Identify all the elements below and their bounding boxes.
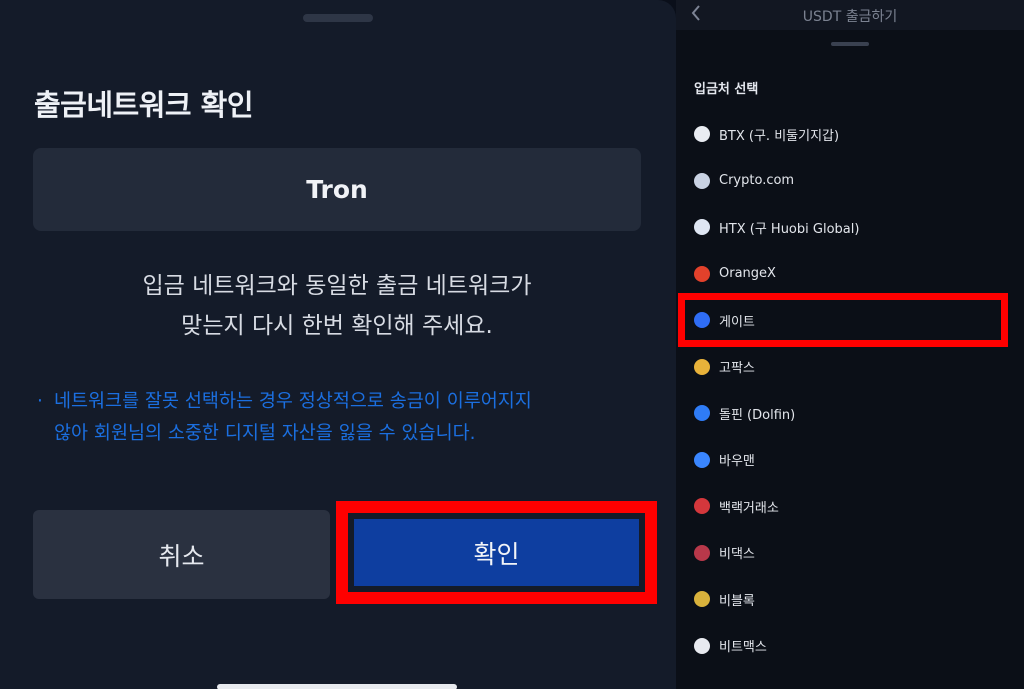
exchange-item-label: HTX (구 Huobi Global) — [719, 221, 860, 237]
dolfin-icon — [694, 405, 710, 421]
exchange-item-label: 비댁스 — [719, 547, 755, 562]
btx-icon — [694, 126, 710, 142]
exchange-item-label: 돌핀 (Dolfin) — [719, 407, 796, 423]
confirm-button[interactable]: 확인 — [354, 519, 639, 586]
exchange-item[interactable]: 백랙거래소 — [690, 486, 1010, 526]
crypto-com-icon — [694, 172, 710, 189]
exchange-item-label: OrangeX — [719, 266, 776, 281]
exchange-item[interactable]: OrangeX — [690, 254, 1010, 294]
confirm-message: 입금 네트워크와 동일한 출금 네트워크가 맞는지 다시 한번 확인해 주세요. — [33, 266, 641, 346]
exchange-item[interactable]: 비트맥스 — [690, 626, 1010, 666]
exchange-item[interactable]: HTX (구 Huobi Global) — [690, 207, 1010, 247]
warning-line2: 않아 회원님의 소중한 디지털 자산을 잃을 수 있습니다. — [54, 423, 476, 444]
sheet-drag-handle[interactable] — [303, 14, 373, 22]
bidax-icon — [694, 544, 710, 561]
list-drag-handle[interactable] — [831, 42, 869, 46]
warning-notice: · 네트워크를 잘못 선택하는 경우 정상적으로 송금이 이루어지지 않아 회원… — [28, 386, 648, 450]
header-bar: USDT 출금하기 — [676, 0, 1024, 30]
gopax-icon — [694, 358, 710, 375]
screen: 출금네트워크 확인 Tron 입금 네트워크와 동일한 출금 네트워크가 맞는지… — [0, 0, 1024, 689]
orangex-icon — [694, 265, 710, 282]
bitmax-icon — [694, 637, 710, 654]
selected-network-name: Tron — [306, 175, 368, 204]
cancel-button[interactable]: 취소 — [33, 510, 330, 599]
exchange-item[interactable]: 고팍스 — [690, 347, 1010, 387]
exchange-item[interactable]: 바우맨 — [690, 440, 1010, 480]
confirm-message-line2: 맞는지 다시 한번 확인해 주세요. — [181, 313, 493, 339]
exchange-item[interactable]: 비댁스 — [690, 533, 1010, 573]
warning-line1: 네트워크를 잘못 선택하는 경우 정상적으로 송금이 이루어지지 — [54, 391, 532, 412]
warning-bullet: · — [37, 391, 43, 412]
exchange-item-label: 비블록 — [719, 593, 755, 609]
bauman-icon — [694, 451, 710, 468]
htx-icon — [694, 219, 710, 235]
gate-item-highlight — [678, 293, 1008, 347]
sheet-title: 출금네트워크 확인 — [34, 88, 254, 122]
exchange-item-label: 백랙거래소 — [719, 500, 779, 516]
exchange-item-label: 비트맥스 — [719, 640, 767, 655]
backrack-icon — [694, 498, 710, 514]
biblock-icon — [694, 591, 710, 607]
section-title: 입금처 선택 — [694, 82, 759, 97]
exchange-item-label: 바우맨 — [719, 454, 755, 469]
warning-text: 네트워크를 잘못 선택하는 경우 정상적으로 송금이 이루어지지 않아 회원님의… — [52, 386, 648, 450]
header-title: USDT 출금하기 — [802, 9, 898, 25]
exchange-item[interactable]: 돌핀 (Dolfin) — [690, 393, 1010, 433]
exchange-item[interactable]: BTX (구. 비둘기지갑) — [690, 114, 1010, 154]
confirm-network-sheet: 출금네트워크 확인 Tron 입금 네트워크와 동일한 출금 네트워크가 맞는지… — [0, 0, 676, 689]
home-indicator — [217, 684, 457, 689]
selected-network-box: Tron — [33, 148, 641, 231]
exchange-item-label: Crypto.com — [719, 173, 795, 188]
exchange-item-label: BTX (구. 비둘기지갑) — [719, 128, 840, 144]
exchange-item[interactable]: Crypto.com — [690, 161, 1010, 201]
exchange-item[interactable]: 비블록 — [690, 579, 1010, 619]
exchange-item-label: 고팍스 — [719, 361, 755, 376]
confirm-message-line1: 입금 네트워크와 동일한 출금 네트워크가 — [142, 273, 532, 299]
